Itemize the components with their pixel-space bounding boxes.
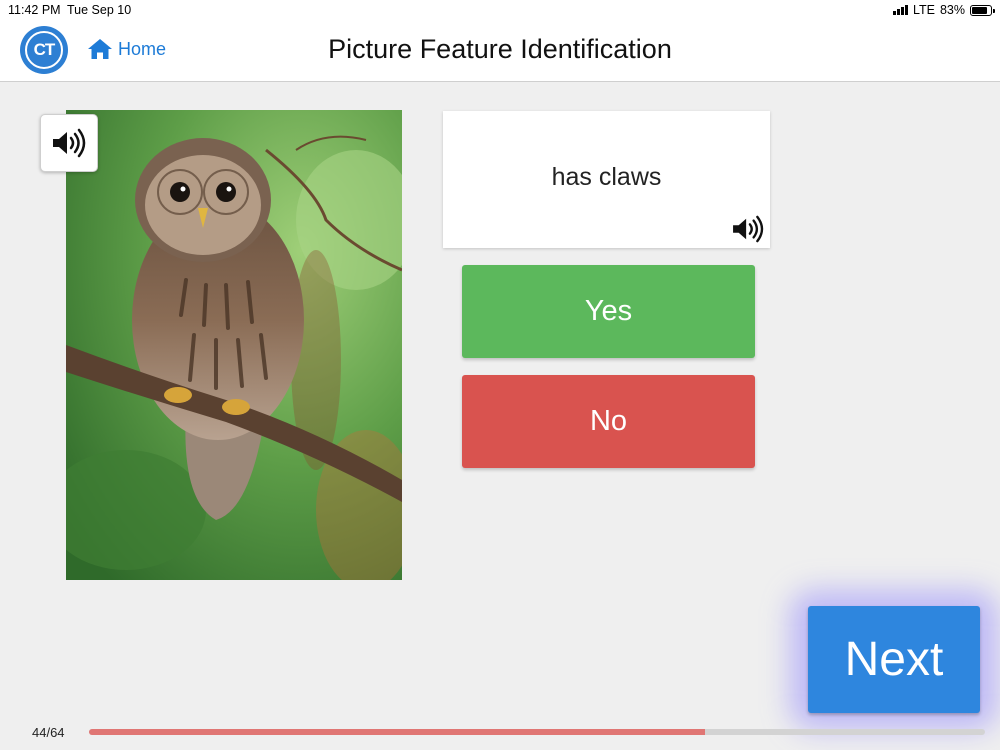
no-button[interactable]: No [462,375,755,468]
speaker-icon [53,128,86,158]
status-indicators: LTE 83% [892,3,995,17]
speaker-icon [733,215,764,243]
feature-text: has claws [551,163,662,191]
progress-label: 44/64 [32,725,65,740]
progress-fill [89,729,705,735]
feature-sound-button[interactable] [730,214,766,244]
battery-fill [972,6,987,14]
header: CT Home Picture Feature Identification [0,20,1000,82]
signal-icon [892,5,908,15]
status-date: Tue Sep 10 [67,3,132,17]
owl-picture [66,110,402,580]
battery-percent: 83% [939,3,965,17]
progress-bar [89,729,985,735]
page-title: Picture Feature Identification [328,34,672,64]
network-label: LTE [912,3,935,17]
next-button[interactable]: Next [808,606,980,713]
battery-icon [970,4,995,16]
yes-button[interactable]: Yes [462,265,755,358]
status-bar: 11:42 PM Tue Sep 10 LTE 83% [0,0,1000,20]
picture-sound-button[interactable] [40,114,98,172]
feature-card: has claws [443,111,770,248]
status-time: 11:42 PM [8,3,61,17]
